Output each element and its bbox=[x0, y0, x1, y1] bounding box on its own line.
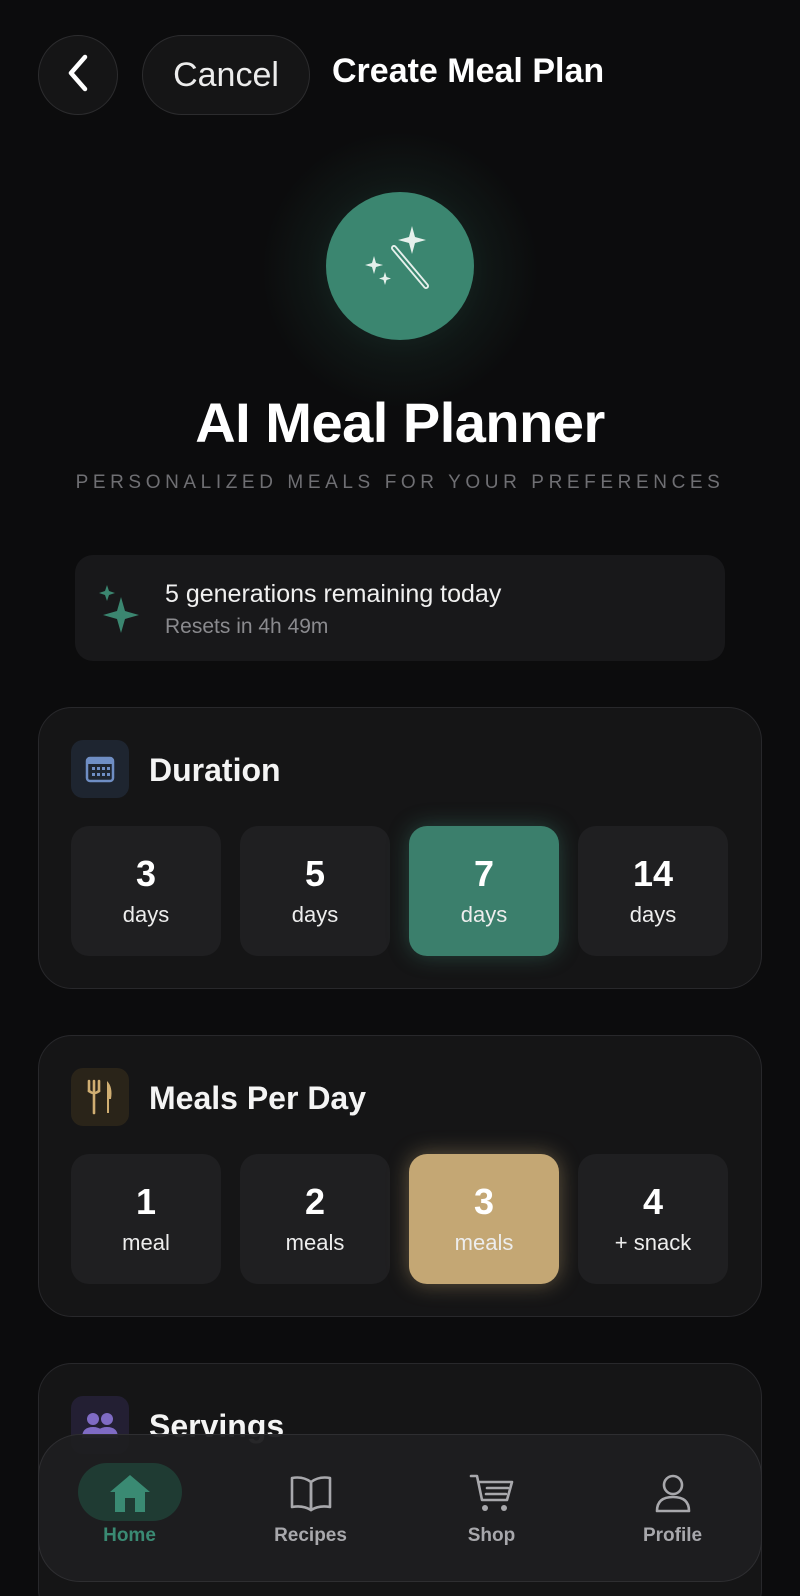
option-unit: meals bbox=[285, 1229, 345, 1255]
duration-section: Duration 3 days 5 days 7 days 14 days bbox=[38, 707, 762, 989]
option-value: 2 bbox=[304, 1181, 326, 1223]
nav-label-home: Home bbox=[103, 1525, 156, 1546]
option-value: 1 bbox=[135, 1181, 157, 1223]
option-unit: days bbox=[291, 901, 339, 927]
back-button[interactable] bbox=[38, 35, 118, 115]
meals-option-2[interactable]: 2 meals bbox=[240, 1154, 390, 1284]
meals-option-1[interactable]: 1 meal bbox=[71, 1154, 221, 1284]
generations-remaining: 5 generations remaining today bbox=[165, 580, 502, 608]
book-icon bbox=[289, 1471, 333, 1515]
option-value: 5 bbox=[304, 853, 326, 895]
meals-title: Meals Per Day bbox=[149, 1080, 367, 1116]
duration-option-5[interactable]: 5 days bbox=[240, 826, 390, 956]
option-value: 14 bbox=[632, 853, 674, 895]
duration-title: Duration bbox=[149, 752, 281, 788]
meals-per-day-section: Meals Per Day 1 meal 2 meals 3 meals 4 +… bbox=[38, 1035, 762, 1317]
hero-subtitle: PERSONALIZED MEALS FOR YOUR PREFERENCES bbox=[75, 472, 725, 493]
duration-option-3[interactable]: 3 days bbox=[71, 826, 221, 956]
cart-icon bbox=[469, 1471, 515, 1515]
generations-card: 5 generations remaining today Resets in … bbox=[75, 555, 725, 661]
page-title: Create Meal Plan bbox=[332, 52, 605, 90]
option-unit: meals bbox=[454, 1229, 514, 1255]
option-unit: days bbox=[460, 901, 508, 927]
option-value: 3 bbox=[135, 853, 157, 895]
nav-item-profile[interactable]: Profile bbox=[582, 1435, 763, 1583]
fork-knife-icon bbox=[71, 1068, 129, 1126]
chevron-left-icon bbox=[63, 53, 93, 98]
calendar-icon bbox=[71, 740, 129, 798]
nav-item-recipes[interactable]: Recipes bbox=[220, 1435, 401, 1583]
option-unit: days bbox=[122, 901, 170, 927]
home-icon bbox=[107, 1471, 153, 1515]
option-value: 7 bbox=[473, 853, 495, 895]
option-value: 3 bbox=[473, 1181, 495, 1223]
duration-option-7[interactable]: 7 days bbox=[409, 826, 559, 956]
reset-time: Resets in 4h 49m bbox=[165, 615, 329, 638]
option-unit: + snack bbox=[614, 1229, 692, 1255]
nav-item-home[interactable]: Home bbox=[39, 1435, 220, 1583]
nav-label-shop: Shop bbox=[467, 1525, 516, 1546]
meals-option-3[interactable]: 3 meals bbox=[409, 1154, 559, 1284]
option-unit: days bbox=[629, 901, 677, 927]
hero-title: AI Meal Planner bbox=[195, 391, 605, 454]
option-value: 4 bbox=[642, 1181, 664, 1223]
option-unit: meal bbox=[122, 1229, 170, 1255]
bottom-nav: Home Recipes Shop Profile bbox=[38, 1434, 762, 1582]
hero-badge bbox=[326, 192, 474, 340]
nav-label-recipes: Recipes bbox=[274, 1525, 347, 1546]
person-icon bbox=[653, 1471, 693, 1515]
nav-label-profile: Profile bbox=[642, 1525, 703, 1546]
duration-option-14[interactable]: 14 days bbox=[578, 826, 728, 956]
nav-item-shop[interactable]: Shop bbox=[401, 1435, 582, 1583]
meals-option-4[interactable]: 4 + snack bbox=[578, 1154, 728, 1284]
sparkles-icon bbox=[97, 583, 141, 640]
cancel-button[interactable]: Cancel bbox=[142, 35, 310, 115]
magic-wand-sparkles-icon bbox=[360, 224, 440, 309]
